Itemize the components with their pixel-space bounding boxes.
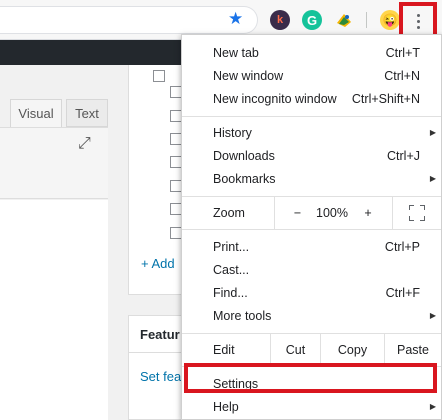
menu-shortcut: Ctrl+J (387, 148, 420, 163)
menu-shortcut: Ctrl+F (385, 285, 420, 300)
paste-button[interactable]: Paste (384, 334, 441, 366)
menu-item-edit: Edit Cut Copy Paste (182, 334, 441, 366)
zoom-level: 100% (316, 197, 348, 229)
menu-label: New incognito window (213, 91, 337, 106)
zoom-out-button[interactable]: − (274, 197, 320, 229)
bookmark-star-icon[interactable]: ★ (228, 9, 243, 29)
fullscreen-icon (409, 205, 425, 221)
submenu-arrow-icon: ▶ (429, 174, 436, 183)
menu-item-print[interactable]: Print... Ctrl+P (182, 235, 441, 258)
menu-item-cast[interactable]: Cast... (182, 258, 441, 281)
copy-label: Copy (337, 343, 368, 357)
bird-extension-icon[interactable] (334, 10, 354, 30)
k-extension-icon[interactable]: k (270, 10, 290, 30)
grammarly-letter: G (306, 12, 318, 28)
address-bar[interactable] (0, 6, 258, 34)
zoom-in-button[interactable]: + (344, 197, 392, 229)
submenu-arrow-icon: ▶ (429, 128, 436, 137)
menu-label: New tab (213, 45, 259, 60)
submenu-arrow-icon: ▶ (429, 402, 436, 411)
tab-visual[interactable]: Visual (10, 99, 62, 127)
tab-text[interactable]: Text (66, 99, 108, 127)
menu-item-downloads[interactable]: Downloads Ctrl+J (182, 144, 441, 167)
more-vertical-icon (416, 13, 420, 29)
submenu-arrow-icon: ▶ (429, 311, 436, 320)
k-extension-letter: k (276, 14, 284, 26)
menu-separator (182, 229, 441, 230)
menu-shortcut: Ctrl+N (384, 68, 420, 83)
fullscreen-button[interactable] (392, 197, 441, 229)
zoom-plus-label: + (364, 206, 372, 220)
paste-label: Paste (397, 343, 429, 357)
menu-item-more-tools[interactable]: More tools ▶ (182, 304, 441, 327)
toolbar-separator (366, 12, 367, 28)
zoom-minus-label: − (293, 206, 302, 220)
menu-label: Print... (213, 239, 250, 254)
copy-button[interactable]: Copy (320, 334, 384, 366)
cut-label: Cut (285, 343, 306, 357)
menu-separator (182, 116, 441, 117)
menu-item-find[interactable]: Find... Ctrl+F (182, 281, 441, 304)
menu-label: Downloads (213, 148, 275, 163)
menu-shortcut: Ctrl+T (385, 45, 420, 60)
menu-item-new-incognito[interactable]: New incognito window Ctrl+Shift+N (182, 87, 441, 110)
category-checkbox[interactable] (153, 70, 165, 82)
menu-label: Cast... (213, 262, 250, 277)
settings-highlight-box (184, 363, 437, 393)
menu-label: Bookmarks (213, 171, 276, 186)
menu-item-help[interactable]: Help ▶ (182, 395, 441, 418)
emoji-extension-icon[interactable]: 😜 (380, 10, 400, 30)
menu-label: Edit (213, 343, 235, 357)
grammarly-icon[interactable]: G (302, 10, 322, 30)
set-featured-image-link[interactable]: Set fea (140, 369, 181, 384)
menu-label: Help (213, 399, 239, 414)
editor-toolbar (0, 127, 108, 199)
emoji-glyph: 😜 (382, 13, 398, 27)
menu-shortcut: Ctrl+Shift+N (351, 91, 420, 106)
featured-image-title: Featur (140, 327, 180, 342)
menu-item-new-window[interactable]: New window Ctrl+N (182, 64, 441, 87)
add-category-link[interactable]: + Add (141, 256, 175, 271)
editor-content-area[interactable] (0, 200, 108, 420)
menu-label: New window (213, 68, 284, 83)
menu-label: History (213, 125, 252, 140)
menu-item-zoom: Zoom − 100% + (182, 197, 441, 229)
menu-item-new-tab[interactable]: New tab Ctrl+T (182, 41, 441, 64)
menu-item-bookmarks[interactable]: Bookmarks ▶ (182, 167, 441, 190)
menu-label: More tools (213, 308, 272, 323)
cut-button[interactable]: Cut (270, 334, 320, 366)
menu-shortcut: Ctrl+P (384, 239, 420, 254)
menu-label: Zoom (213, 206, 245, 220)
menu-label: Find... (213, 285, 248, 300)
fullscreen-expand-icon[interactable]: ⤢ (78, 135, 91, 153)
menu-item-history[interactable]: History ▶ (182, 121, 441, 144)
featured-divider (129, 352, 187, 353)
